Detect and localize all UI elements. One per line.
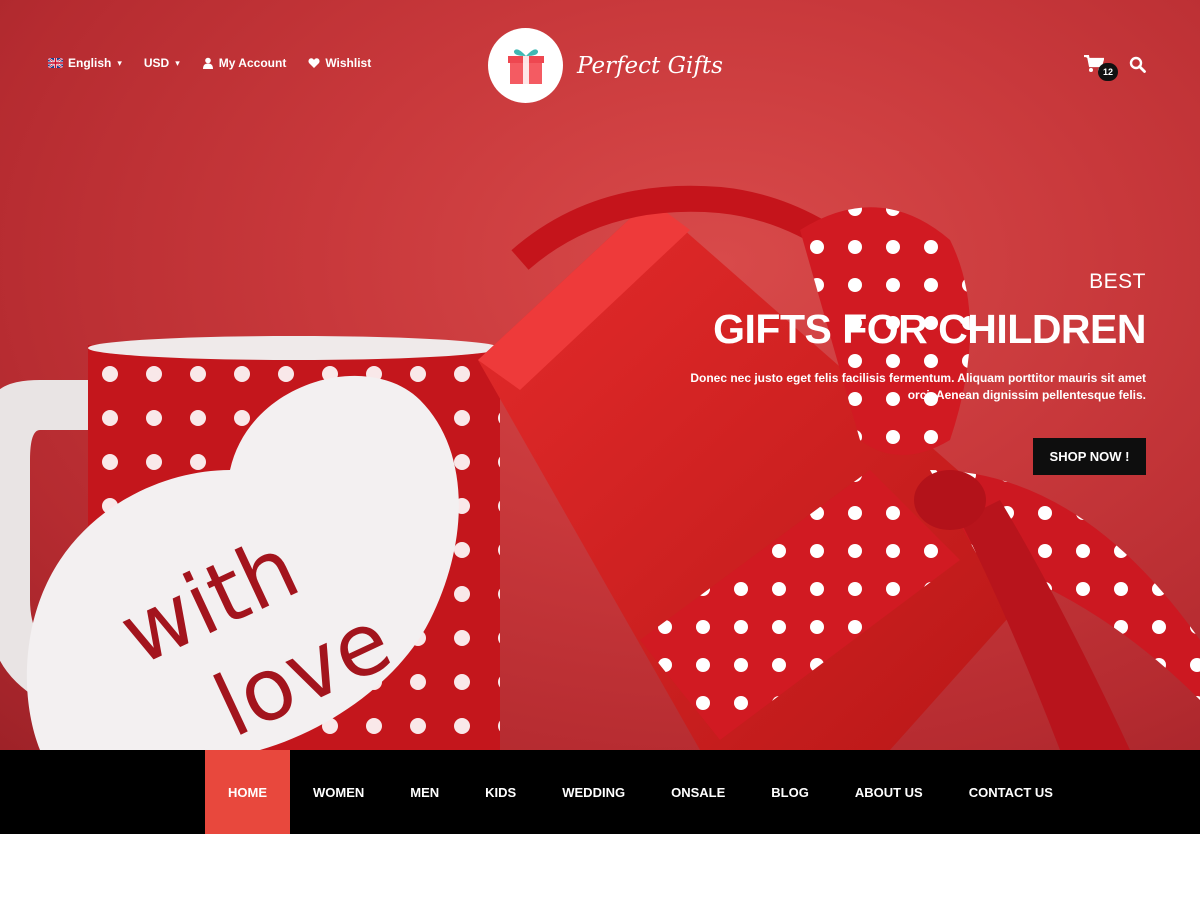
nav-menu: HOME WOMEN MEN KIDS WEDDING ONSALE BLOG … [205, 750, 1076, 834]
currency-label: USD [143, 56, 170, 70]
my-account-link[interactable]: My Account [202, 56, 287, 70]
shop-now-button[interactable]: SHOP NOW ! [1033, 438, 1146, 475]
wishlist-label: Wishlist [325, 56, 372, 70]
language-label: English [68, 56, 112, 70]
main-navigation: HOME WOMEN MEN KIDS WEDDING ONSALE BLOG … [0, 750, 1200, 834]
chevron-down-icon: ▾ [117, 57, 122, 68]
slide-eyebrow: BEST [1089, 270, 1146, 293]
chevron-down-icon: ▾ [175, 57, 180, 68]
slide-description: Donec nec justo eget felis facilisis fer… [690, 371, 1146, 402]
nav-item-blog[interactable]: BLOG [748, 750, 832, 834]
nav-item-wedding[interactable]: WEDDING [539, 750, 648, 834]
site-logo[interactable]: Perfect Gifts [488, 28, 723, 103]
heart-icon [308, 58, 320, 68]
uk-flag-icon [48, 58, 63, 68]
currency-switcher[interactable]: USD ▾ [144, 56, 180, 70]
nav-item-women[interactable]: WOMEN [290, 750, 387, 834]
nav-item-onsale[interactable]: ONSALE [648, 750, 748, 834]
logo-text: Perfect Gifts [577, 52, 723, 79]
nav-item-home[interactable]: HOME [205, 750, 290, 834]
nav-item-about-us[interactable]: ABOUT US [832, 750, 946, 834]
wishlist-link[interactable]: Wishlist [308, 56, 371, 70]
slide-title: GIFTS FOR CHILDREN [713, 306, 1146, 352]
nav-item-kids[interactable]: KIDS [462, 750, 539, 834]
nav-item-men[interactable]: MEN [387, 750, 462, 834]
logo-badge [488, 28, 563, 103]
gift-box-icon [507, 48, 544, 84]
search-icon[interactable] [1129, 56, 1146, 73]
cart-count-badge: 12 [1098, 63, 1118, 81]
nav-item-contact-us[interactable]: CONTACT US [946, 750, 1076, 834]
topbar-links: English ▾ USD ▾ My Account Wishlist [48, 56, 371, 70]
language-switcher[interactable]: English ▾ [48, 56, 122, 70]
user-icon [202, 57, 213, 69]
my-account-label: My Account [218, 56, 287, 70]
hero-slider: with love English ▾ USD ▾ My Account Wis… [0, 0, 1200, 750]
